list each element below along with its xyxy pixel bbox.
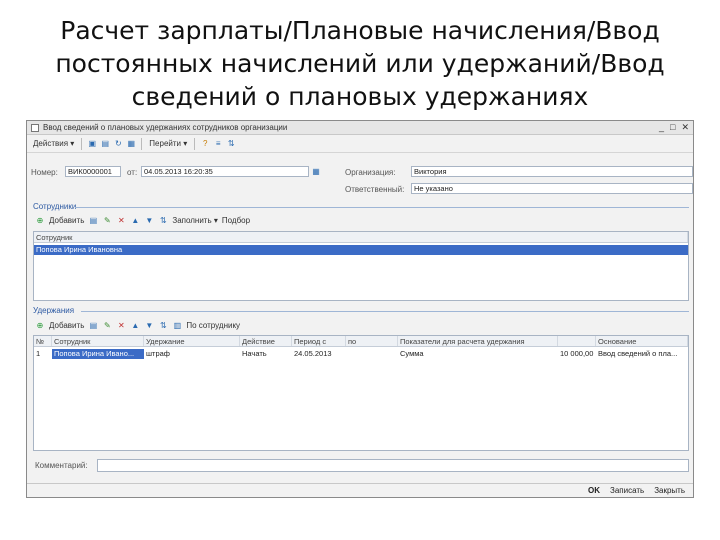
employee-filter-icon[interactable]: ▥ xyxy=(172,320,182,330)
table-row[interactable]: 1 Попова Ирина Ивано... штраф Начать 24.… xyxy=(34,349,688,359)
slide-title-line: Расчет зарплаты/Плановые начисления/Ввод xyxy=(60,16,660,45)
comment-field[interactable] xyxy=(97,459,689,472)
sort-icon[interactable]: ⇅ xyxy=(158,320,168,330)
toolbar-separator xyxy=(81,137,83,150)
responsible-field[interactable]: Не указано xyxy=(411,183,693,194)
employees-add-button[interactable]: Добавить xyxy=(49,216,84,225)
slide-title-line: постоянных начислений или удержаний/Ввод xyxy=(55,49,665,78)
move-up-icon[interactable]: ▲ xyxy=(130,215,140,225)
date-label: от: xyxy=(127,168,138,177)
column-header[interactable]: по xyxy=(346,336,398,346)
section-divider xyxy=(75,207,689,208)
organization-label: Организация: xyxy=(345,168,396,177)
delete-icon[interactable]: ✕ xyxy=(116,320,126,330)
column-header[interactable] xyxy=(558,336,596,346)
comment-label: Комментарий: xyxy=(35,461,88,470)
goto-menu-button[interactable]: Перейти ▾ xyxy=(147,139,189,148)
toolbar-separator xyxy=(194,137,196,150)
table-row[interactable]: Попова Ирина Ивановна xyxy=(34,245,688,255)
employees-section-title: Сотрудники xyxy=(33,202,77,211)
window-title: Ввод сведений о плановых удержаниях сотр… xyxy=(43,123,288,132)
refresh-icon[interactable]: ↻ xyxy=(113,139,123,149)
by-employee-button[interactable]: По сотруднику xyxy=(186,321,240,330)
deduction-cell: штраф xyxy=(146,349,170,358)
organization-field[interactable]: Виктория xyxy=(411,166,693,177)
responsible-label: Ответственный: xyxy=(345,185,405,194)
footer-buttons: OK Записать Закрыть xyxy=(27,483,693,497)
window-titlebar: Ввод сведений о плановых удержаниях сотр… xyxy=(27,121,693,135)
list-icon[interactable]: ≡ xyxy=(213,139,223,149)
write-button[interactable]: Записать xyxy=(610,486,644,495)
deductions-table-header: № Сотрудник Удержание Действие Период с … xyxy=(34,336,688,347)
basis-cell: Ввод сведений о пла... xyxy=(598,349,678,358)
slide-title-line: сведений о плановых удержаниях xyxy=(131,82,589,111)
amount-cell: 10 000,00 xyxy=(560,349,594,358)
post-icon[interactable]: ▤ xyxy=(100,139,110,149)
row-number-cell: 1 xyxy=(36,349,41,358)
column-header[interactable]: Сотрудник xyxy=(52,336,144,346)
copy-icon[interactable]: ▤ xyxy=(88,215,98,225)
number-field[interactable]: ВИК0000001 xyxy=(65,166,121,177)
structure-icon[interactable]: ▦ xyxy=(126,139,136,149)
help-icon[interactable]: ? xyxy=(200,139,210,149)
sort-icon[interactable]: ⇅ xyxy=(158,215,168,225)
add-icon: ⊕ xyxy=(36,215,44,225)
toolbar-separator xyxy=(141,137,143,150)
main-toolbar: Действия ▾ ▣ ▤ ↻ ▦ Перейти ▾ ? ≡ ⇅ xyxy=(27,135,693,153)
employee-cell: Попова Ирина Ивано... xyxy=(52,349,144,359)
employees-table[interactable]: Сотрудник Попова Ирина Ивановна xyxy=(33,231,689,301)
save-icon[interactable]: ▣ xyxy=(87,139,97,149)
copy-icon[interactable]: ▤ xyxy=(88,320,98,330)
move-down-icon[interactable]: ▼ xyxy=(144,215,154,225)
period-to-cell xyxy=(346,349,398,359)
ok-button[interactable]: OK xyxy=(588,486,600,495)
employees-toolbar: ⊕ Добавить ▤ ✎ ✕ ▲ ▼ ⇅ Заполнить ▾ Подбо… xyxy=(35,213,250,227)
deductions-section-title: Удержания xyxy=(33,306,75,315)
deductions-toolbar: ⊕ Добавить ▤ ✎ ✕ ▲ ▼ ⇅ ▥ По сотруднику xyxy=(35,318,240,332)
calendar-icon[interactable]: ▦ xyxy=(311,166,321,176)
document-window: Ввод сведений о плановых удержаниях сотр… xyxy=(26,120,694,498)
add-icon: ⊕ xyxy=(36,320,44,330)
move-down-icon[interactable]: ▼ xyxy=(144,320,154,330)
deductions-add-button[interactable]: Добавить xyxy=(49,321,84,330)
employees-table-header: Сотрудник xyxy=(34,232,688,243)
column-header[interactable]: № xyxy=(34,336,52,346)
close-icon[interactable]: ✕ xyxy=(681,122,689,133)
slide-title: Расчет зарплаты/Плановые начисления/Ввод… xyxy=(0,14,720,113)
number-label: Номер: xyxy=(31,168,58,177)
edit-icon[interactable]: ✎ xyxy=(102,215,112,225)
deductions-table[interactable]: № Сотрудник Удержание Действие Период с … xyxy=(33,335,689,451)
column-header[interactable]: Период с xyxy=(292,336,346,346)
period-from-cell: 24.05.2013 xyxy=(294,349,332,358)
column-header[interactable]: Действие xyxy=(240,336,292,346)
employees-fill-button[interactable]: Заполнить ▾ xyxy=(172,216,218,225)
maximize-icon[interactable]: □ xyxy=(670,122,675,133)
close-button[interactable]: Закрыть xyxy=(654,486,685,495)
move-up-icon[interactable]: ▲ xyxy=(130,320,140,330)
edit-icon[interactable]: ✎ xyxy=(102,320,112,330)
actions-menu-button[interactable]: Действия ▾ xyxy=(31,139,76,148)
delete-icon[interactable]: ✕ xyxy=(116,215,126,225)
action-cell: Начать xyxy=(242,349,267,358)
column-header[interactable]: Удержание xyxy=(144,336,240,346)
column-header[interactable]: Сотрудник xyxy=(34,232,688,242)
indicator-cell: Сумма xyxy=(400,349,424,358)
employee-cell: Попова Ирина Ивановна xyxy=(36,245,123,254)
column-header[interactable]: Показатели для расчета удержания xyxy=(398,336,558,346)
column-header[interactable]: Основание xyxy=(596,336,688,346)
employees-select-button[interactable]: Подбор xyxy=(222,216,250,225)
hierarchy-icon[interactable]: ⇅ xyxy=(226,139,236,149)
date-field[interactable]: 04.05.2013 16:20:35 xyxy=(141,166,309,177)
minimize-icon[interactable]: _ xyxy=(659,122,664,133)
section-divider xyxy=(81,311,689,312)
document-icon xyxy=(31,124,39,132)
